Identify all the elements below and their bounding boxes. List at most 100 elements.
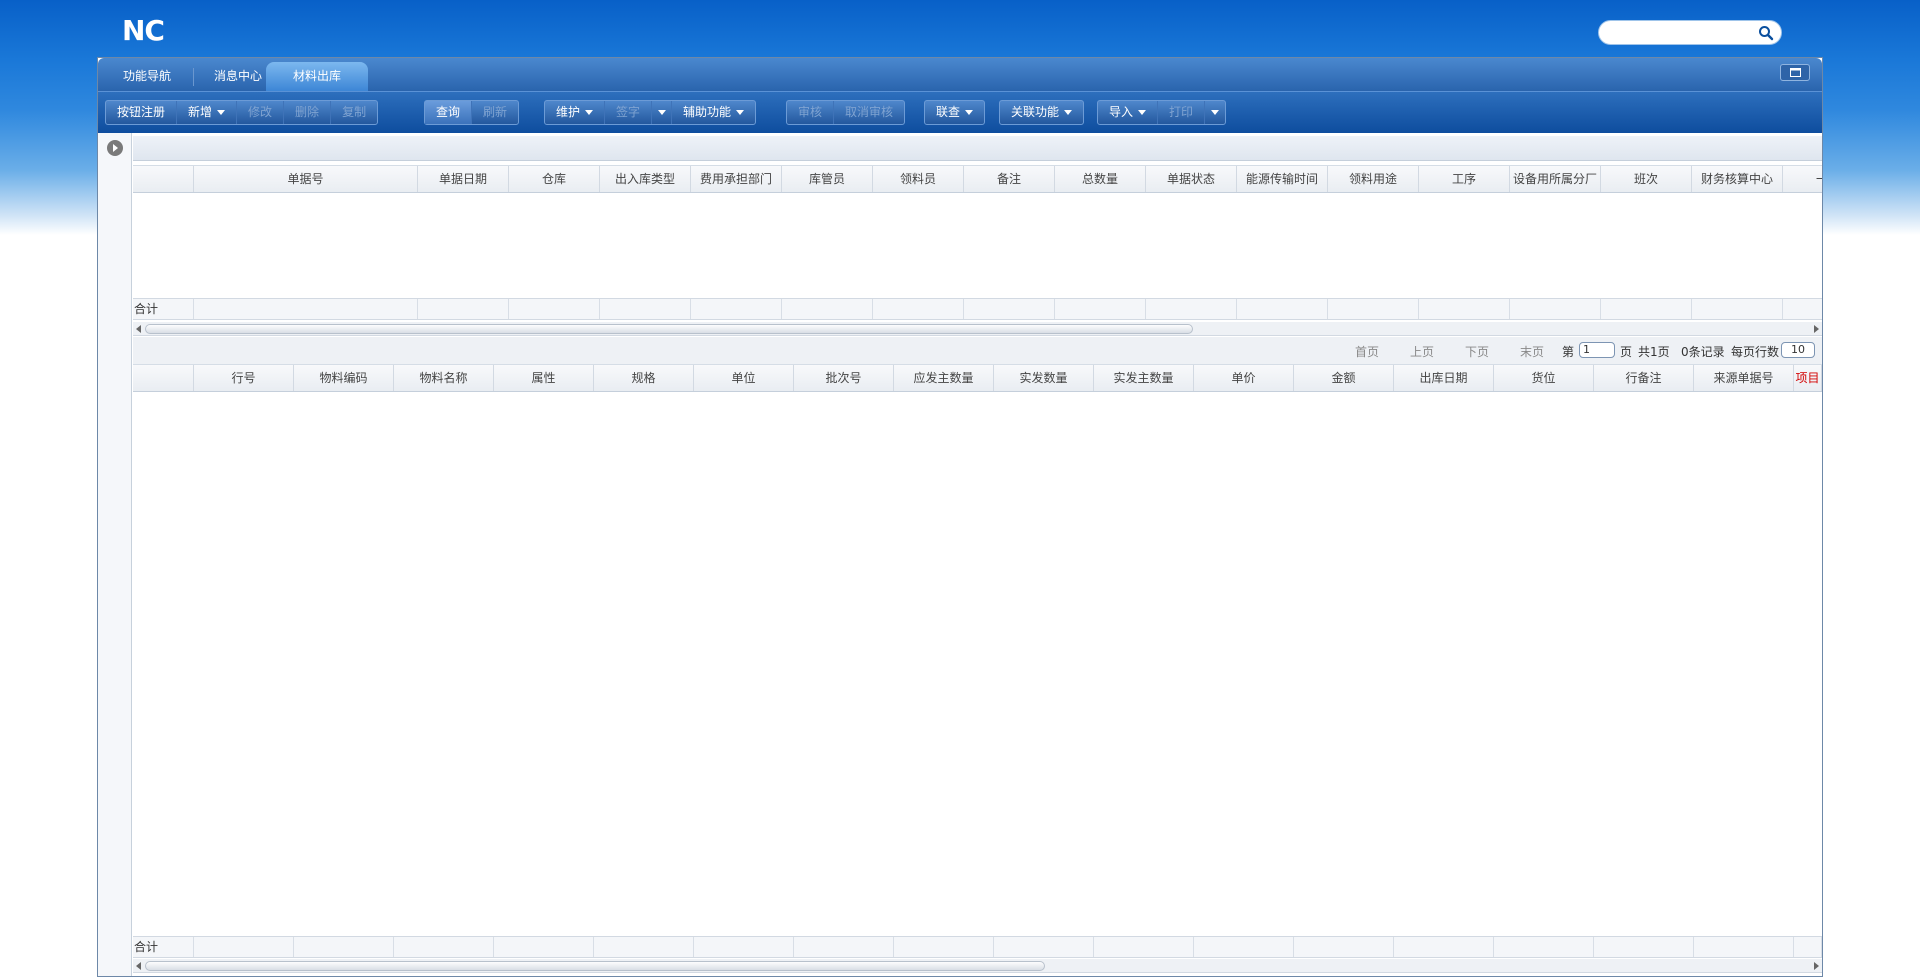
grid-column-header[interactable]: 来源单据号 [1694,365,1794,391]
query-panel-header [133,136,1822,161]
tab-material-outbound[interactable]: 材料出库 [266,62,368,91]
search-box[interactable] [1598,20,1782,45]
first-page-link[interactable]: 首页 [1355,343,1379,360]
chevron-down-icon [965,110,974,115]
grid-column-header[interactable]: 金额 [1294,365,1394,391]
sum-cell [1328,299,1419,319]
grid-column-header[interactable]: 物料名称 [394,365,494,391]
grid-column-header[interactable]: 能源传输时间 [1237,166,1328,192]
page-number-input[interactable]: 1 [1579,342,1615,358]
grid-column-header[interactable]: 单据状态 [1146,166,1237,192]
expand-arrow-icon[interactable] [106,139,124,157]
grid-column-header[interactable]: 批次号 [794,365,894,391]
header-grid-sum-row: 合计 [133,298,1822,320]
import-button[interactable]: 导入 [1098,101,1159,124]
button-register[interactable]: 按钮注册 [106,101,178,124]
grid-column-header[interactable]: 领料员 [873,166,964,192]
grid-column-header[interactable]: 一级 [1783,166,1822,192]
print-dropdown-button[interactable] [1205,101,1225,124]
print-button[interactable]: 打印 [1158,101,1206,124]
scroll-left-icon[interactable] [136,325,141,333]
add-button[interactable]: 新增 [177,101,238,124]
copy-button[interactable]: 复制 [331,101,377,124]
grid-column-header[interactable]: 单价 [1194,365,1294,391]
grid-column-header[interactable]: 单位 [694,365,794,391]
refresh-button[interactable]: 刷新 [472,101,518,124]
sum-cell [1601,299,1692,319]
refresh-button-label: 刷新 [483,105,508,119]
grid-column-header[interactable]: 规格 [594,365,694,391]
maximize-button[interactable] [1780,64,1810,81]
grid-column-header[interactable]: 工序 [1419,166,1510,192]
search-input[interactable] [1609,24,1755,41]
grid-column-header[interactable] [133,365,194,391]
related-function-button[interactable]: 关联功能 [1000,101,1083,124]
grid-column-header[interactable]: 单据号 [194,166,418,192]
header-grid-scrollbar[interactable] [133,322,1822,336]
grid-column-header[interactable]: 总数量 [1055,166,1146,192]
tab-function-nav[interactable]: 功能导航 [108,62,186,91]
grid-column-header[interactable]: 属性 [494,365,594,391]
last-page-link[interactable]: 末页 [1520,343,1544,360]
audit-button[interactable]: 审核 [787,101,835,124]
search-icon[interactable] [1758,25,1774,41]
sum-cell [873,299,964,319]
record-count: 0条记录 [1681,345,1725,359]
grid-column-header[interactable]: 备注 [964,166,1055,192]
grid-column-header[interactable]: 实发数量 [994,365,1094,391]
print-button-label: 打印 [1169,105,1194,119]
scroll-right-icon[interactable] [1814,962,1819,970]
sum-cell [1594,937,1694,957]
sum-cell [594,937,694,957]
link-query-button-label: 联查 [936,105,961,119]
sum-cell [1694,937,1794,957]
grid-column-header[interactable]: 仓库 [509,166,600,192]
grid-column-header[interactable]: 行备注 [1594,365,1694,391]
grid-column-header[interactable]: 财务核算中心 [1692,166,1783,192]
link-query-button[interactable]: 联查 [925,101,984,124]
add-button-label: 新增 [188,105,213,119]
prev-page-link[interactable]: 上页 [1410,343,1434,360]
assist-button[interactable]: 辅助功能 [672,101,755,124]
scrollbar-thumb[interactable] [145,324,1193,334]
grid-column-header[interactable] [133,166,194,192]
import-button-label: 导入 [1109,105,1134,119]
grid-column-header[interactable]: 班次 [1601,166,1692,192]
sum-cell [691,299,782,319]
sign-dropdown-button[interactable] [652,101,673,124]
sum-cell [194,937,294,957]
rows-per-page-input[interactable]: 10 [1781,342,1815,358]
cancel-audit-button[interactable]: 取消审核 [834,101,904,124]
grid-column-header[interactable]: 应发主数量 [894,365,994,391]
grid-column-header[interactable]: 设备用所属分厂 [1510,166,1601,192]
next-page-link[interactable]: 下页 [1465,343,1489,360]
grid-column-header[interactable]: 货位 [1494,365,1594,391]
grid-column-header[interactable]: 领料用途 [1328,166,1419,192]
grid-column-header[interactable]: 物料编码 [294,365,394,391]
sum-cell [1419,299,1510,319]
grid-column-header[interactable]: 出库日期 [1394,365,1494,391]
scroll-right-icon[interactable] [1814,325,1819,333]
link-query-button-group: 联查 [924,100,986,125]
sign-button[interactable]: 签字 [605,101,653,124]
sum-cell [1194,937,1294,957]
grid-column-header[interactable]: 出入库类型 [600,166,691,192]
maintain-button-label: 维护 [556,105,581,119]
body-grid-scrollbar[interactable] [133,959,1822,973]
maintain-button[interactable]: 维护 [545,101,606,124]
grid-column-header[interactable]: 库管员 [782,166,873,192]
scrollbar-thumb[interactable] [145,961,1045,971]
related-function-button-label: 关联功能 [1011,105,1060,119]
grid-column-header[interactable]: 实发主数量 [1094,365,1194,391]
grid-column-header[interactable]: 项目 [1794,365,1822,391]
grid-column-header[interactable]: 单据日期 [418,166,509,192]
grid-column-header[interactable]: 行号 [194,365,294,391]
query-button[interactable]: 查询 [425,101,473,124]
delete-button[interactable]: 删除 [284,101,332,124]
edit-button[interactable]: 修改 [237,101,285,124]
grid-column-header[interactable]: 费用承担部门 [691,166,782,192]
query-button-group: 查询 刷新 [424,100,520,125]
chevron-down-icon [1211,110,1220,115]
sum-cell [1692,299,1783,319]
scroll-left-icon[interactable] [136,962,141,970]
